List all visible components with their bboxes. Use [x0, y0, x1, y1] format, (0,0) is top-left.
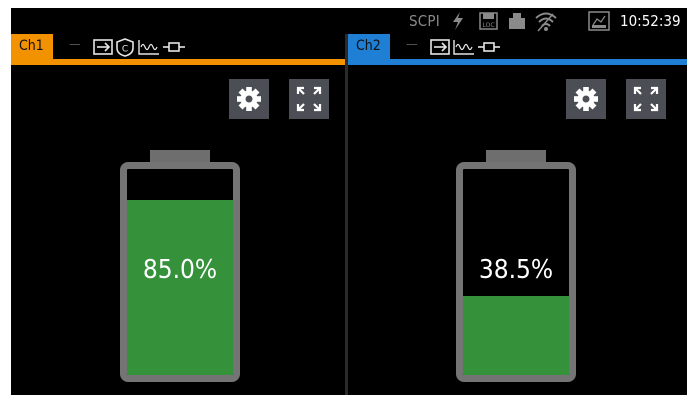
battery-body: 85.0%	[120, 162, 240, 382]
battery-percentage: 85.0%	[142, 255, 218, 285]
waveform-icon	[453, 40, 474, 55]
channel-panels: Ch1 — C 85.0% Ch2 — 38.5%	[11, 34, 687, 395]
connector-icon	[163, 42, 185, 52]
battery-cap	[486, 150, 546, 162]
channel-1-accent-line	[11, 59, 345, 65]
scpi-indicator: SCPI	[409, 12, 440, 30]
instrument-screen: SCPI LOC 10:52:39 Ch1 — C 85.0% Ch2 — 38…	[11, 8, 687, 395]
channel-2-battery: 38.5%	[456, 150, 576, 382]
channel-1-settings-button[interactable]	[229, 79, 269, 119]
output-icon	[93, 39, 113, 55]
channel-2-panel: Ch2 — 38.5%	[348, 34, 687, 395]
channel-1-tab[interactable]: Ch1	[11, 34, 53, 59]
svg-text:C: C	[122, 45, 128, 55]
output-icon	[430, 39, 450, 55]
battery-fill	[463, 295, 569, 375]
gear-icon	[237, 87, 261, 111]
battery-fill	[127, 199, 233, 375]
channel-2-separator: —	[406, 37, 418, 52]
waveform-icon	[138, 40, 159, 55]
network-storage-icon	[588, 11, 610, 31]
gear-icon	[574, 87, 598, 111]
battery-body: 38.5%	[456, 162, 576, 382]
lightning-icon	[453, 12, 463, 30]
copyright-protection-icon: C	[116, 38, 134, 57]
expand-icon	[633, 86, 659, 112]
connector-icon	[478, 42, 500, 52]
channel-1-battery: 85.0%	[120, 150, 240, 382]
battery-percentage: 38.5%	[478, 255, 554, 285]
wifi-icon	[535, 12, 557, 32]
channel-2-settings-button[interactable]	[566, 79, 606, 119]
channel-1-header: Ch1 — C	[11, 34, 345, 68]
svg-text:LOC: LOC	[482, 22, 494, 29]
channel-2-status-icons	[430, 39, 500, 55]
channel-2-tab[interactable]: Ch2	[348, 34, 390, 59]
expand-icon	[296, 86, 322, 112]
status-bar: SCPI LOC 10:52:39	[11, 8, 687, 34]
channel-2-header: Ch2 —	[348, 34, 687, 68]
channel-2-fullscreen-button[interactable]	[626, 79, 666, 119]
channel-2-accent-line	[348, 59, 687, 65]
clock: 10:52:39	[620, 12, 681, 30]
loc-icon: LOC	[479, 12, 498, 30]
channel-1-panel: Ch1 — C 85.0%	[11, 34, 345, 395]
channel-1-status-icons: C	[93, 38, 185, 57]
usb-drive-icon	[509, 13, 525, 29]
channel-1-fullscreen-button[interactable]	[289, 79, 329, 119]
channel-1-separator: —	[69, 37, 81, 52]
battery-cap	[150, 150, 210, 162]
